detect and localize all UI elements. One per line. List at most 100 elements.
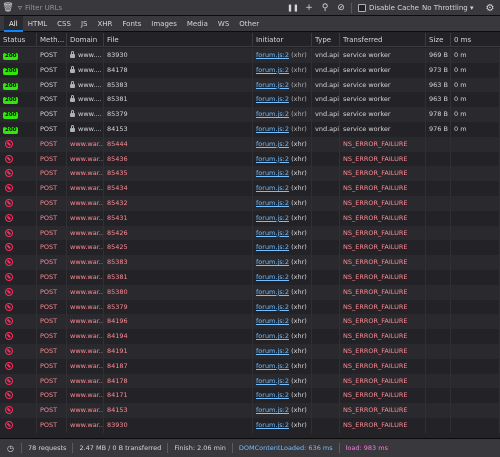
- filter-urls-field[interactable]: ▿ Filter URLs: [16, 0, 266, 16]
- cell-transferred: NS_ERROR_FAILURE: [340, 210, 426, 226]
- initiator-link[interactable]: forum.js:2: [256, 362, 289, 370]
- table-row[interactable]: POST www.war... 85425 forum.js:2 (xhr) NS_ER…: [0, 240, 500, 256]
- filter-icon: ▿: [18, 3, 23, 12]
- cell-method: POST: [37, 373, 67, 389]
- initiator-link[interactable]: forum.js:2: [256, 229, 289, 237]
- table-row[interactable]: POST www.war... 84194 forum.js:2 (xhr) NS_ER…: [0, 329, 500, 344]
- table-row[interactable]: POST www.war... 85434 forum.js:2 (xhr) NS_ER…: [0, 181, 500, 196]
- column-waterfall[interactable]: 0 ms: [451, 33, 500, 47]
- table-row[interactable]: POST www.war... 85435 forum.js:2 (xhr) NS_ER…: [0, 166, 500, 182]
- initiator-link[interactable]: forum.js:2: [256, 377, 289, 385]
- tab-css[interactable]: CSS: [52, 16, 76, 32]
- initiator-link[interactable]: forum.js:2: [256, 66, 289, 74]
- cell-domain: www.war...: [67, 299, 104, 315]
- tab-ws[interactable]: WS: [213, 16, 234, 32]
- table-row[interactable]: POST www.war... 85379 forum.js:2 (xhr) NS_ER…: [0, 299, 500, 315]
- cell-initiator: forum.js:2 (xhr): [253, 122, 312, 137]
- initiator-link[interactable]: forum.js:2: [256, 51, 289, 59]
- initiator-link[interactable]: forum.js:2: [256, 214, 289, 222]
- tab-html[interactable]: HTML: [23, 16, 52, 32]
- cell-file: 85431: [104, 210, 253, 226]
- initiator-link[interactable]: forum.js:2: [256, 243, 289, 251]
- blocked-icon: [5, 361, 13, 370]
- column-initiator[interactable]: Initiator: [253, 33, 312, 47]
- column-method[interactable]: Meth...: [37, 33, 67, 47]
- table-row[interactable]: POST www.war... 85426 forum.js:2 (xhr) NS_ER…: [0, 225, 500, 241]
- table-row[interactable]: POST www.war... 85380 forum.js:2 (xhr) NS_ER…: [0, 284, 500, 300]
- column-size[interactable]: Size: [426, 33, 451, 47]
- trash-icon[interactable]: 🗑: [0, 0, 16, 16]
- disable-cache-checkbox[interactable]: Disable Cache: [358, 4, 419, 12]
- initiator-link[interactable]: forum.js:2: [256, 140, 289, 148]
- tab-other[interactable]: Other: [234, 16, 264, 32]
- table-row[interactable]: POST www.war... 84191 forum.js:2 (xhr) NS_ER…: [0, 344, 500, 359]
- initiator-link[interactable]: forum.js:2: [256, 391, 289, 399]
- column-status[interactable]: Status: [0, 33, 37, 47]
- cell-method: POST: [37, 62, 67, 78]
- table-row[interactable]: 200 POST www.... 85379 forum.js:2 (xhr) vnd.a…: [0, 107, 500, 122]
- search-icon[interactable]: ⚲: [317, 0, 333, 16]
- initiator-link[interactable]: forum.js:2: [256, 332, 289, 340]
- initiator-link[interactable]: forum.js:2: [256, 81, 289, 89]
- initiator-link[interactable]: forum.js:2: [256, 288, 289, 296]
- initiator-link[interactable]: forum.js:2: [256, 317, 289, 325]
- tab-xhr[interactable]: XHR: [92, 16, 117, 32]
- table-row[interactable]: 200 POST www.... 83930 forum.js:2 (xhr) vnd.a…: [0, 48, 500, 63]
- table-row[interactable]: POST www.war... 85444 forum.js:2 (xhr) NS_ER…: [0, 136, 500, 152]
- table-row[interactable]: 200 POST www.... 84178 forum.js:2 (xhr) vnd.a…: [0, 62, 500, 78]
- plus-icon[interactable]: +: [301, 0, 317, 16]
- table-row[interactable]: POST www.war... 85436 forum.js:2 (xhr) NS_ER…: [0, 151, 500, 167]
- clock-icon[interactable]: ◷: [0, 443, 22, 453]
- cell-type: vnd.api: [312, 107, 340, 122]
- cell-transferred: NS_ERROR_FAILURE: [340, 314, 426, 330]
- table-row[interactable]: POST www.war... 83930 forum.js:2 (xhr) NS_ER…: [0, 418, 500, 433]
- column-transferred[interactable]: Transferred: [340, 33, 426, 47]
- column-domain[interactable]: Domain: [67, 33, 104, 47]
- pause-icon[interactable]: ❚❚: [285, 0, 301, 16]
- table-row[interactable]: 200 POST www.... 85381 forum.js:2 (xhr) vnd.a…: [0, 92, 500, 108]
- table-row[interactable]: POST www.war... 84178 forum.js:2 (xhr) NS_ER…: [0, 373, 500, 389]
- table-row[interactable]: POST www.war... 85383 forum.js:2 (xhr) NS_ER…: [0, 255, 500, 270]
- tab-js[interactable]: JS: [76, 16, 93, 32]
- initiator-link[interactable]: forum.js:2: [256, 169, 289, 177]
- tab-images[interactable]: Images: [146, 16, 182, 32]
- initiator-link[interactable]: forum.js:2: [256, 303, 289, 311]
- initiator-link[interactable]: forum.js:2: [256, 110, 289, 118]
- cell-domain: www.war...: [67, 358, 104, 374]
- gear-icon[interactable]: ⚙: [480, 0, 500, 16]
- initiator-link[interactable]: forum.js:2: [256, 347, 289, 355]
- initiator-link[interactable]: forum.js:2: [256, 199, 289, 207]
- table-row[interactable]: POST www.war... 84171 forum.js:2 (xhr) NS_ER…: [0, 388, 500, 404]
- column-file[interactable]: File: [104, 33, 253, 47]
- tab-media[interactable]: Media: [182, 16, 213, 32]
- initiator-link[interactable]: forum.js:2: [256, 406, 289, 414]
- cell-type: vnd.api: [312, 77, 340, 93]
- table-row[interactable]: POST www.war... 84153 forum.js:2 (xhr) NS_ER…: [0, 403, 500, 418]
- initiator-link[interactable]: forum.js:2: [256, 258, 289, 266]
- table-row[interactable]: 200 POST www.... 84153 forum.js:2 (xhr) vnd.a…: [0, 122, 500, 137]
- cell-type: [312, 196, 340, 211]
- initiator-link[interactable]: forum.js:2: [256, 155, 289, 163]
- column-type[interactable]: Type: [312, 33, 340, 47]
- table-row[interactable]: 200 POST www.... 85383 forum.js:2 (xhr) vnd.a…: [0, 77, 500, 93]
- cell-timing: [451, 196, 500, 211]
- initiator-link[interactable]: forum.js:2: [256, 273, 289, 281]
- block-icon[interactable]: ⊘: [333, 0, 349, 16]
- table-row[interactable]: POST www.war... 85381 forum.js:2 (xhr) NS_ER…: [0, 270, 500, 285]
- initiator-link[interactable]: forum.js:2: [256, 184, 289, 192]
- tab-fonts[interactable]: Fonts: [117, 16, 146, 32]
- initiator-link[interactable]: forum.js:2: [256, 95, 289, 103]
- blocked-icon: [5, 406, 13, 415]
- initiator-link[interactable]: forum.js:2: [256, 125, 289, 133]
- cell-type: [312, 270, 340, 285]
- table-row[interactable]: POST www.war... 84187 forum.js:2 (xhr) NS_ER…: [0, 358, 500, 374]
- table-row[interactable]: POST www.war... 85432 forum.js:2 (xhr) NS_ER…: [0, 196, 500, 211]
- checkbox-box[interactable]: [358, 4, 366, 12]
- table-row[interactable]: POST www.war... 85431 forum.js:2 (xhr) NS_ER…: [0, 210, 500, 226]
- tab-all[interactable]: All: [4, 15, 23, 32]
- cell-initiator: forum.js:2 (xhr): [253, 344, 312, 359]
- table-row[interactable]: POST www.war... 84196 forum.js:2 (xhr) NS_ER…: [0, 314, 500, 330]
- initiator-link[interactable]: forum.js:2: [256, 421, 289, 429]
- throttling-select[interactable]: No Throttling ▾: [422, 0, 473, 16]
- cell-type: vnd.api: [312, 122, 340, 137]
